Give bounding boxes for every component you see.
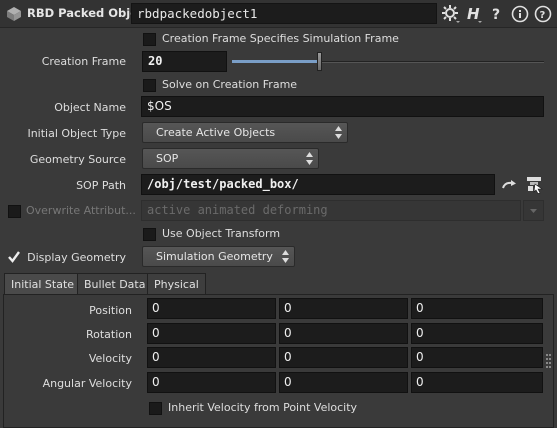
- velocity-x-field[interactable]: 0: [147, 347, 276, 368]
- geometry-source-value: SOP: [156, 152, 179, 165]
- velocity-z-field[interactable]: 0: [411, 347, 543, 368]
- position-x-field[interactable]: 0: [147, 298, 276, 319]
- updown-arrows-icon: [282, 250, 289, 263]
- rotation-x-field[interactable]: 0: [147, 323, 276, 344]
- velocity-label: Velocity: [88, 352, 132, 365]
- creation-frame-slider-handle[interactable]: [317, 52, 323, 71]
- resize-grip-icon[interactable]: [546, 354, 552, 368]
- creation-frame-field[interactable]: 20: [142, 51, 227, 72]
- tab-bullet-data[interactable]: Bullet Data: [77, 273, 153, 294]
- geometry-source-menu[interactable]: SOP: [142, 148, 319, 169]
- svg-text:?: ?: [492, 7, 500, 23]
- sop-path-field[interactable]: /obj/test/packed_box/: [141, 174, 495, 195]
- rotation-y-field[interactable]: 0: [279, 323, 408, 344]
- svg-text:?: ?: [540, 10, 546, 21]
- initial-object-type-value: Create Active Objects: [156, 126, 276, 139]
- sop-path-label: SOP Path: [76, 179, 126, 192]
- angular-velocity-x-field[interactable]: 0: [147, 372, 276, 393]
- jump-to-node-icon[interactable]: [500, 176, 518, 194]
- geometry-source-label: Geometry Source: [29, 153, 126, 166]
- updown-arrows-icon: [306, 152, 313, 165]
- gear-icon[interactable]: [441, 4, 461, 24]
- angular-velocity-z-field[interactable]: 0: [411, 372, 543, 393]
- info-icon[interactable]: [510, 4, 530, 24]
- angular-velocity-label: Angular Velocity: [42, 377, 132, 390]
- velocity-y-field[interactable]: 0: [279, 347, 408, 368]
- solve-on-creation-checkbox[interactable]: [143, 79, 156, 92]
- inherit-velocity-checkbox[interactable]: [149, 402, 162, 415]
- creation-frame-label: Creation Frame: [41, 55, 126, 68]
- display-geometry-value: Simulation Geometry: [156, 250, 273, 263]
- use-object-transform-label: Use Object Transform: [162, 227, 281, 240]
- rotation-label: Rotation: [85, 328, 132, 341]
- overwrite-attribute-checkbox[interactable]: [8, 205, 21, 218]
- solve-on-creation-label: Solve on Creation Frame: [162, 78, 298, 91]
- initial-object-type-menu[interactable]: Create Active Objects: [142, 122, 348, 143]
- creation-frame-slider-fill: [232, 60, 320, 63]
- houdini-h-icon[interactable]: H: [464, 4, 484, 24]
- position-y-field[interactable]: 0: [279, 298, 408, 319]
- overwrite-attribute-label: Overwrite Attribut...: [26, 204, 136, 217]
- object-name-label: Object Name: [54, 101, 126, 114]
- updown-arrows-icon: [335, 126, 342, 139]
- overwrite-attribute-dropdown: [523, 200, 544, 221]
- creation-frame-specifies-label: Creation Frame Specifies Simulation Fram…: [162, 32, 399, 45]
- position-label: Position: [89, 304, 132, 317]
- rbd-packed-node-icon: [5, 5, 23, 23]
- chevron-down-icon: [530, 209, 537, 213]
- tab-physical[interactable]: Physical: [147, 273, 206, 294]
- creation-frame-specifies-checkbox[interactable]: [143, 33, 156, 46]
- use-object-transform-checkbox[interactable]: [143, 228, 156, 241]
- inherit-velocity-label: Inherit Velocity from Point Velocity: [168, 401, 358, 414]
- object-name-field[interactable]: $OS: [141, 96, 544, 117]
- position-z-field[interactable]: 0: [411, 298, 543, 319]
- rotation-z-field[interactable]: 0: [411, 323, 543, 344]
- display-geometry-menu[interactable]: Simulation Geometry: [142, 246, 295, 267]
- overwrite-attribute-field: active animated deforming: [141, 200, 521, 221]
- help-question-icon[interactable]: ?: [488, 4, 508, 24]
- initial-object-type-label: Initial Object Type: [27, 127, 126, 140]
- svg-text:H: H: [467, 5, 480, 23]
- tab-initial-state[interactable]: Initial State: [4, 273, 82, 294]
- help-icon[interactable]: ?: [533, 4, 553, 24]
- node-chooser-icon[interactable]: [524, 174, 544, 194]
- display-geometry-label: Display Geometry: [27, 251, 126, 264]
- angular-velocity-y-field[interactable]: 0: [279, 372, 408, 393]
- node-name-field[interactable]: rbdpackedobject1: [131, 3, 437, 24]
